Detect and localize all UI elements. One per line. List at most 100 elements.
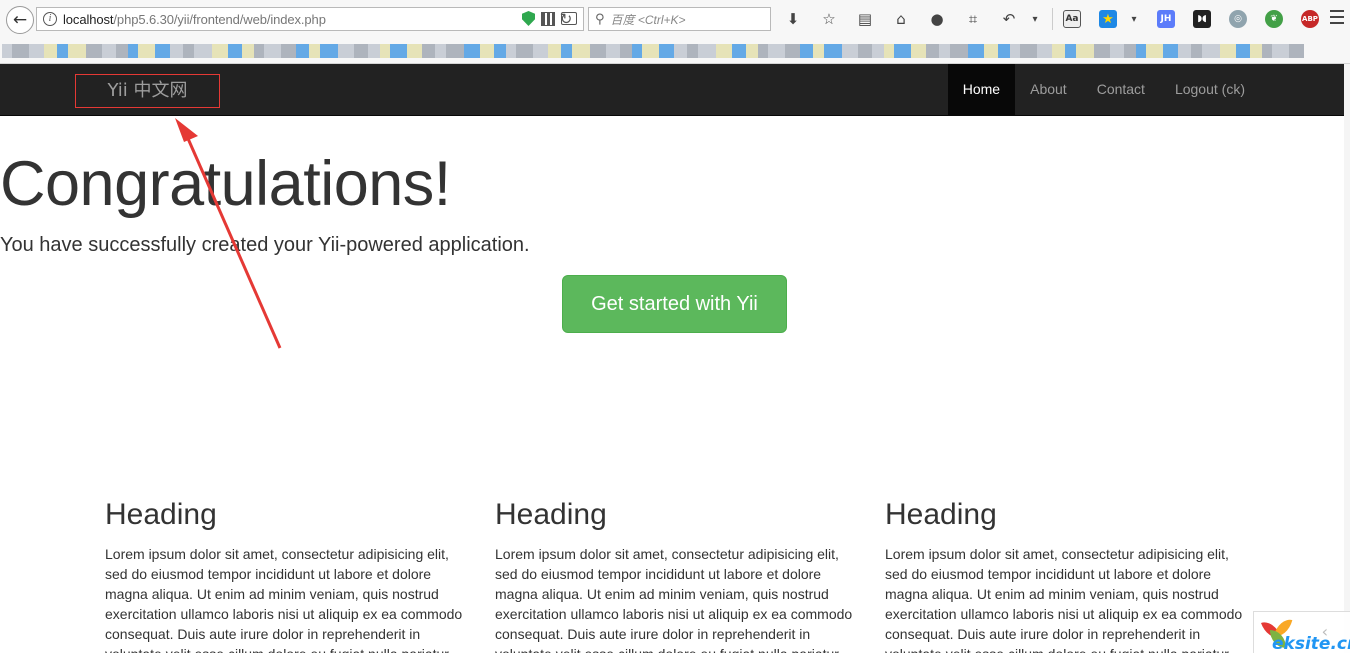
bookmark-item[interactable]: [758, 43, 768, 58]
bookmark-item[interactable]: [422, 43, 435, 58]
bookmark-item[interactable]: [842, 43, 858, 58]
nav-item-contact[interactable]: Contact: [1082, 64, 1160, 115]
shield-icon[interactable]: [522, 11, 535, 26]
bookmark-item[interactable]: [632, 43, 642, 58]
bookmark-item[interactable]: [183, 43, 194, 58]
nav-item-logout[interactable]: Logout (ck): [1160, 64, 1260, 115]
ghost-icon[interactable]: ◗◖: [1191, 8, 1213, 30]
bookmark-item[interactable]: [872, 43, 884, 58]
bookmark-item[interactable]: [950, 43, 968, 58]
bookmark-item[interactable]: [800, 43, 813, 58]
bookmark-item[interactable]: [1136, 43, 1146, 58]
reading-list-icon[interactable]: ▤: [854, 8, 876, 30]
bookmark-item[interactable]: [86, 43, 102, 58]
bookmark-item[interactable]: [516, 43, 533, 58]
undo-icon[interactable]: ↶: [998, 8, 1020, 30]
hamburger-menu-icon[interactable]: [1330, 10, 1344, 24]
bookmark-item[interactable]: [242, 43, 254, 58]
bookmark-item[interactable]: [858, 43, 872, 58]
bookmark-item[interactable]: [572, 43, 590, 58]
bookmark-item[interactable]: [998, 43, 1010, 58]
bookmark-item[interactable]: [1020, 43, 1037, 58]
star-icon[interactable]: ☆: [818, 8, 840, 30]
bookmark-item[interactable]: [1262, 43, 1272, 58]
bookmark-item[interactable]: [768, 43, 785, 58]
nav-item-about[interactable]: About: [1015, 64, 1082, 115]
bookmark-item[interactable]: [116, 43, 128, 58]
bookmark-item[interactable]: [1094, 43, 1110, 58]
bookmark-item[interactable]: [620, 43, 632, 58]
bookmark-item[interactable]: [390, 43, 407, 58]
bookmark-item[interactable]: [212, 43, 228, 58]
bookmark-item[interactable]: [338, 43, 354, 58]
bookmark-item[interactable]: [1146, 43, 1163, 58]
bookmark-item[interactable]: [494, 43, 506, 58]
bookmark-item[interactable]: [1250, 43, 1262, 58]
url-text[interactable]: localhost/php5.6.30/yii/frontend/web/ind…: [63, 12, 326, 27]
bookmark-item[interactable]: [659, 43, 674, 58]
info-icon[interactable]: i: [43, 12, 57, 26]
search-bar[interactable]: ⚲ 百度 <Ctrl+K>: [588, 7, 771, 31]
bookmark-item[interactable]: [380, 43, 390, 58]
bookmark-item[interactable]: [548, 43, 561, 58]
bookmark-item[interactable]: [435, 43, 446, 58]
back-button[interactable]: ←: [6, 6, 34, 34]
bookmark-item[interactable]: [464, 43, 480, 58]
bookmark-item[interactable]: [687, 43, 698, 58]
bookmark-item[interactable]: [1220, 43, 1236, 58]
bookmark-item[interactable]: [698, 43, 716, 58]
bookmark-item[interactable]: [309, 43, 320, 58]
bookmark-item[interactable]: [170, 43, 183, 58]
navbar-brand[interactable]: Yii 中文网: [75, 74, 220, 108]
bookmark-item[interactable]: [254, 43, 264, 58]
bookmark-item[interactable]: [57, 43, 68, 58]
bookmark-item[interactable]: [926, 43, 939, 58]
bookmark-item[interactable]: [824, 43, 842, 58]
chat-icon[interactable]: ●: [926, 8, 948, 30]
bookmark-item[interactable]: [939, 43, 950, 58]
bookmark-item[interactable]: [155, 43, 170, 58]
bookmark-item[interactable]: [1076, 43, 1094, 58]
bookmark-item[interactable]: [138, 43, 155, 58]
bookmark-item[interactable]: [642, 43, 659, 58]
crop-icon[interactable]: ⌗: [962, 8, 984, 30]
bookmark-item[interactable]: [296, 43, 309, 58]
nav-item-home[interactable]: Home: [947, 64, 1016, 115]
bookmark-item[interactable]: [1010, 43, 1020, 58]
leaf-icon[interactable]: ❦: [1263, 8, 1285, 30]
bookmark-item[interactable]: [1065, 43, 1076, 58]
star-badge-icon[interactable]: ★: [1097, 8, 1119, 30]
bookmark-item[interactable]: [884, 43, 894, 58]
download-icon[interactable]: ⬇: [782, 8, 804, 30]
jh-icon[interactable]: JH: [1155, 8, 1177, 30]
bookmark-item[interactable]: [746, 43, 758, 58]
bookmark-item[interactable]: [368, 43, 380, 58]
bookmark-item[interactable]: [1202, 43, 1220, 58]
bookmark-item[interactable]: [281, 43, 296, 58]
bookmark-item[interactable]: [354, 43, 368, 58]
bookmark-item[interactable]: [1272, 43, 1289, 58]
bookmark-item[interactable]: [606, 43, 620, 58]
page-scrollbar[interactable]: [1344, 64, 1350, 653]
screenshot-icon[interactable]: Aa: [1061, 8, 1083, 30]
bookmark-item[interactable]: [1052, 43, 1065, 58]
bookmark-item[interactable]: [194, 43, 212, 58]
bookmark-item[interactable]: [480, 43, 494, 58]
bookmark-item[interactable]: [228, 43, 242, 58]
bookmark-item[interactable]: [128, 43, 138, 58]
get-started-button[interactable]: Get started with Yii: [562, 275, 787, 333]
bookmark-item[interactable]: [102, 43, 116, 58]
globe-icon[interactable]: ◎: [1227, 8, 1249, 30]
bookmark-item[interactable]: [894, 43, 911, 58]
bookmark-item[interactable]: [785, 43, 800, 58]
bookmark-item[interactable]: [506, 43, 516, 58]
bookmark-item[interactable]: [446, 43, 464, 58]
bookmark-item[interactable]: [68, 43, 86, 58]
bookmark-item[interactable]: [561, 43, 572, 58]
bookmark-item[interactable]: [2, 43, 12, 58]
bookmark-item[interactable]: [1236, 43, 1250, 58]
dropdown-icon[interactable]: ▾: [1024, 8, 1046, 30]
bookmark-item[interactable]: [732, 43, 746, 58]
bookmark-item[interactable]: [1124, 43, 1136, 58]
bookmark-item[interactable]: [1110, 43, 1124, 58]
